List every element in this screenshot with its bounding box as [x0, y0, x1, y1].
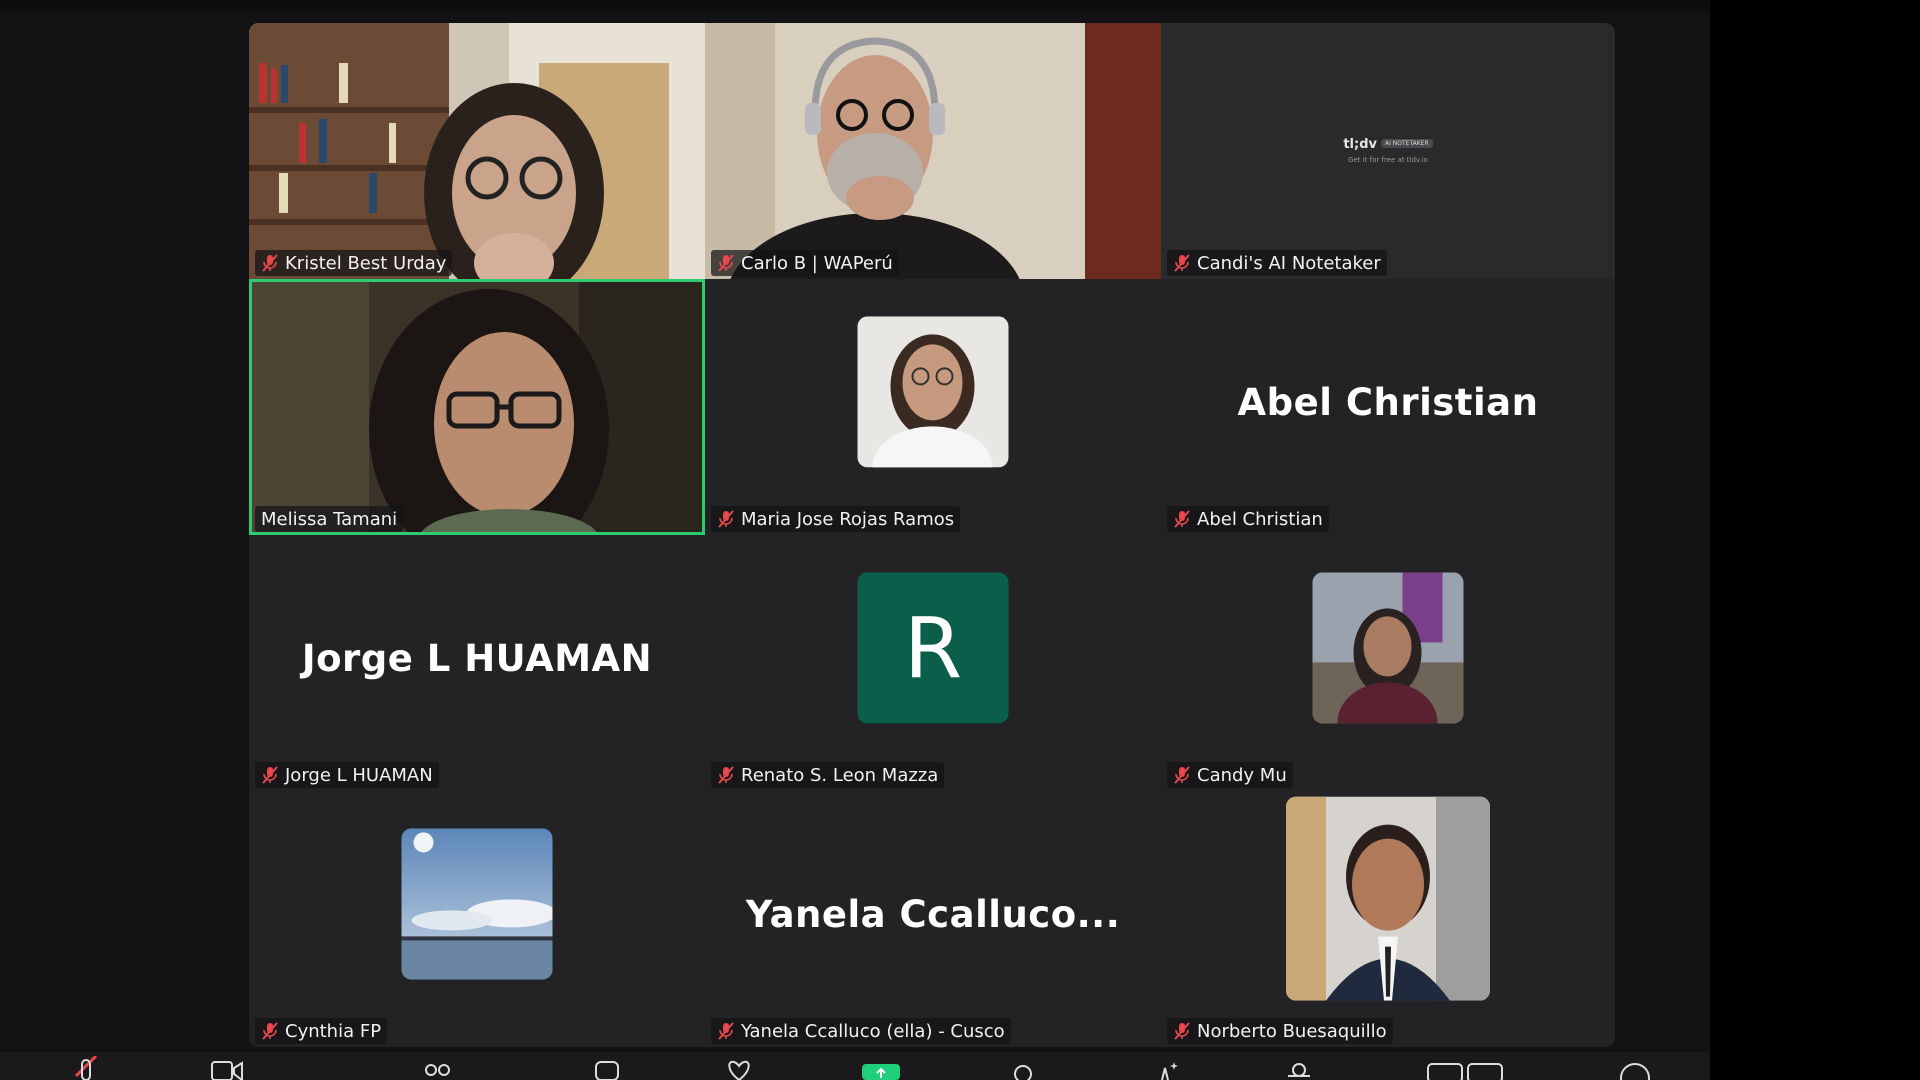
participant-tile-melissa[interactable]: Melissa Tamani — [249, 279, 705, 535]
avatar — [1312, 572, 1464, 724]
chat-button[interactable] — [588, 1056, 626, 1080]
participants-button[interactable] — [418, 1056, 456, 1080]
participant-name-tag: Kristel Best Urday — [255, 250, 453, 276]
record-button[interactable] — [1004, 1056, 1042, 1080]
avatar — [857, 316, 1009, 468]
mic-off-icon — [261, 1021, 279, 1041]
share-screen-button[interactable] — [862, 1056, 900, 1080]
top-strip — [0, 0, 1710, 12]
avatar — [1286, 796, 1490, 1001]
mic-off-icon — [261, 765, 279, 785]
mic-off-icon — [717, 509, 735, 529]
participant-name: Maria Jose Rojas Ramos — [741, 508, 955, 530]
meeting-toolbar — [0, 1052, 1710, 1080]
avatar — [401, 828, 553, 980]
participant-tile-yanela[interactable]: Yanela Ccalluco... Yanela Ccalluco (ella… — [705, 791, 1161, 1047]
participant-gallery: Kristel Best Urday Carlo B | WAPerú tl;d… — [249, 23, 1615, 1047]
participant-tile-jorge[interactable]: Jorge L HUAMAN Jorge L HUAMAN — [249, 535, 705, 791]
participant-name-tag: Cynthia FP — [255, 1018, 388, 1044]
participant-name: Kristel Best Urday — [285, 252, 447, 274]
participant-name: Jorge L HUAMAN — [285, 764, 433, 786]
participant-name-tag: Norberto Buesaquillo — [1167, 1018, 1393, 1044]
mic-off-icon — [74, 1056, 98, 1080]
participant-name: Yanela Ccalluco (ella) - Cusco — [741, 1020, 1005, 1042]
view-button[interactable] — [1424, 1056, 1508, 1080]
mic-off-icon — [1173, 253, 1191, 273]
participant-name: Candi's AI Notetaker — [1197, 252, 1381, 274]
participant-tile-candy[interactable]: Candy Mu — [1161, 535, 1615, 791]
participant-name-tag: Abel Christian — [1167, 506, 1329, 532]
participants-icon — [425, 1064, 450, 1076]
mic-toggle-button[interactable] — [68, 1056, 106, 1080]
ai-companion-icon — [1161, 1062, 1178, 1080]
participant-name: Carlo B | WAPerú — [741, 252, 893, 274]
share-screen-icon — [862, 1064, 900, 1080]
participant-tile-renato[interactable]: R Renato S. Leon Mazza — [705, 535, 1161, 791]
participant-tile-carlo[interactable]: Carlo B | WAPerú — [705, 23, 1161, 279]
participant-tile-notetaker[interactable]: tl;dv AI NOTETAKER Get it for free at tld… — [1161, 23, 1615, 279]
participant-tile-norberto[interactable]: Norberto Buesaquillo — [1161, 791, 1615, 1047]
tldv-badge: AI NOTETAKER — [1381, 139, 1433, 148]
participant-tile-cynthia[interactable]: Cynthia FP — [249, 791, 705, 1047]
participant-name: Renato S. Leon Mazza — [741, 764, 939, 786]
participant-name-tag: Candi's AI Notetaker — [1167, 250, 1387, 276]
record-icon — [1014, 1065, 1032, 1080]
reactions-icon — [728, 1060, 750, 1080]
view-icon — [1427, 1063, 1503, 1080]
participant-name: Cynthia FP — [285, 1020, 382, 1042]
participant-name: Abel Christian — [1197, 508, 1323, 530]
video-feed — [705, 23, 1161, 279]
participant-name-tag: Candy Mu — [1167, 762, 1293, 788]
participant-tile-kristel[interactable]: Kristel Best Urday — [249, 23, 705, 279]
apps-button[interactable] — [1280, 1056, 1318, 1080]
ai-companion-button[interactable] — [1146, 1056, 1184, 1080]
video-feed — [249, 279, 705, 535]
mic-off-icon — [1173, 765, 1191, 785]
mic-off-icon — [717, 765, 735, 785]
participant-name-tag: Jorge L HUAMAN — [255, 762, 439, 788]
tldv-branding: tl;dv AI NOTETAKER Get it for free at tld… — [1161, 133, 1615, 164]
mic-off-icon — [717, 1021, 735, 1041]
participant-name-tag: Yanela Ccalluco (ella) - Cusco — [711, 1018, 1011, 1044]
chat-icon — [595, 1061, 619, 1080]
avatar-letter: R — [857, 572, 1009, 724]
participant-name-tag: Maria Jose Rojas Ramos — [711, 506, 961, 532]
reactions-button[interactable] — [720, 1056, 758, 1080]
participant-display-name: Jorge L HUAMAN — [301, 637, 653, 681]
participant-tile-abel[interactable]: Abel Christian Abel Christian — [1161, 279, 1615, 535]
mic-off-icon — [1173, 1021, 1191, 1041]
right-black-panel — [1710, 0, 1920, 1080]
apps-icon — [1288, 1063, 1310, 1077]
participant-name: Candy Mu — [1197, 764, 1287, 786]
participant-display-name: Abel Christian — [1237, 381, 1539, 425]
tldv-subtext: Get it for free at tldv.io — [1348, 156, 1428, 164]
participant-name: Melissa Tamani — [261, 508, 398, 530]
video-feed — [249, 23, 705, 279]
participant-display-name: Yanela Ccalluco... — [745, 893, 1121, 937]
mic-off-icon — [1173, 509, 1191, 529]
video-toggle-button[interactable] — [208, 1056, 246, 1080]
participant-tile-maria[interactable]: Maria Jose Rojas Ramos — [705, 279, 1161, 535]
video-icon — [211, 1061, 243, 1080]
mic-off-icon — [717, 253, 735, 273]
participant-name-tag: Melissa Tamani — [255, 506, 404, 532]
participant-name: Norberto Buesaquillo — [1197, 1020, 1387, 1042]
meeting-window: Kristel Best Urday Carlo B | WAPerú tl;d… — [0, 0, 1710, 1080]
participant-name-tag: Renato S. Leon Mazza — [711, 762, 945, 788]
participant-name-tag: Carlo B | WAPerú — [711, 250, 899, 276]
more-button[interactable] — [1616, 1056, 1654, 1080]
tldv-logo: tl;dv — [1343, 137, 1377, 152]
mic-off-icon — [261, 253, 279, 273]
more-icon — [1620, 1063, 1650, 1080]
